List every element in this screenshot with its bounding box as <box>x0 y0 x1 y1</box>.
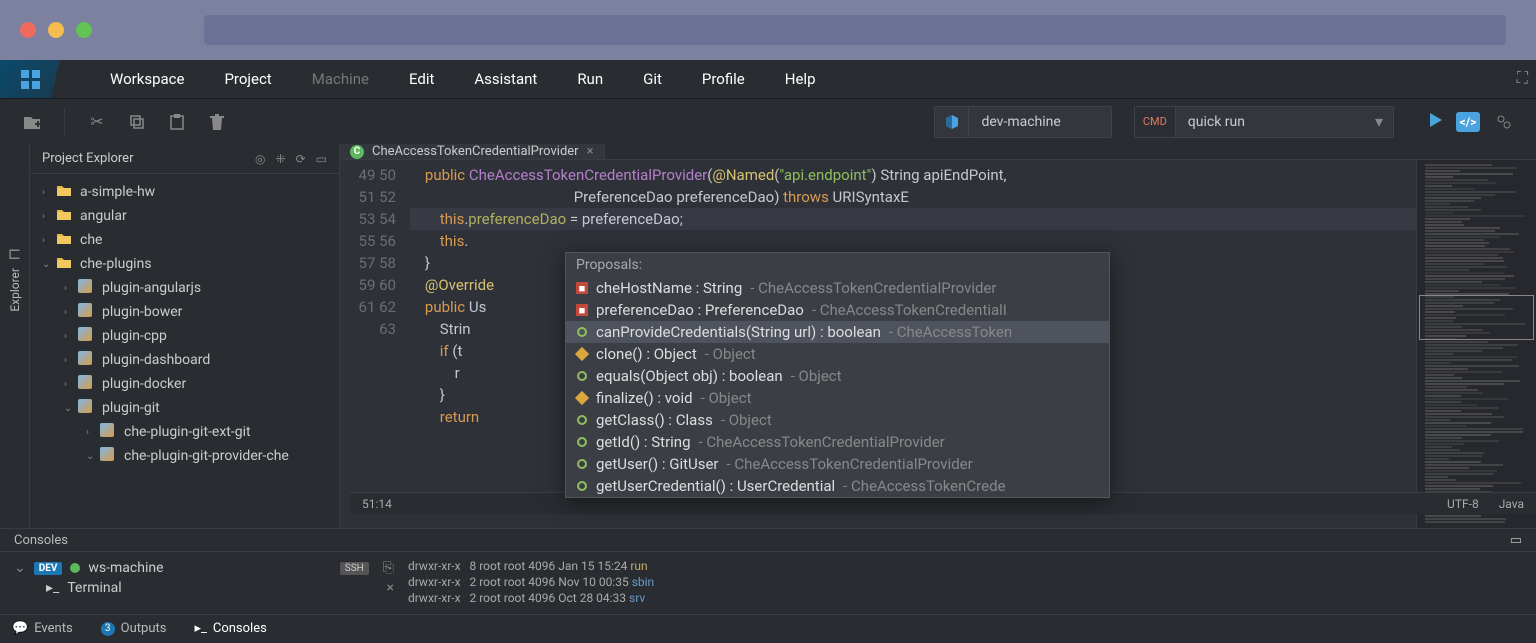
cmd-badge: CMD <box>1135 107 1176 137</box>
terminal-output[interactable]: drwxr-xr-x 8 root root 4096 Jan 15 15:24… <box>408 552 1536 614</box>
settings-icon[interactable] <box>1490 108 1518 136</box>
panel-toggle-icon[interactable]: ▭ <box>1510 533 1522 548</box>
minimize-window-icon[interactable] <box>48 22 64 38</box>
command-selector[interactable]: CMD quick run ▾ <box>1134 106 1394 138</box>
menu-run[interactable]: Run <box>577 70 603 88</box>
machine-name: dev-machine <box>969 114 1110 130</box>
menu-profile[interactable]: Profile <box>702 70 745 88</box>
delete-icon[interactable] <box>203 108 231 136</box>
menubar: Workspace Project Machine Edit Assistant Run G… <box>0 60 1536 98</box>
side-tab-panel: ⊏ Explorer <box>0 144 30 528</box>
console-machine-row[interactable]: ⌄ DEV ws-machine SSH ⎘ <box>0 558 408 578</box>
proposal-item[interactable]: ■preferenceDao : PreferenceDao - CheAcce… <box>566 299 1109 321</box>
terminal-icon: ▸_ <box>194 621 206 636</box>
menu-edit[interactable]: Edit <box>409 70 434 88</box>
encoding[interactable]: UTF-8 <box>1447 497 1479 511</box>
menu-assistant[interactable]: Assistant <box>474 70 537 88</box>
tree-item[interactable]: ›che <box>30 228 339 252</box>
tree-item[interactable]: ⌄che-plugin-git-provider-che <box>30 444 339 468</box>
status-dot-icon <box>70 563 80 573</box>
minimap[interactable] <box>1416 160 1536 528</box>
console-tree: ⌄ DEV ws-machine SSH ⎘ ▸_ Terminal × <box>0 552 408 614</box>
bottom-tabs: 💬Events 3Outputs ▸_Consoles <box>0 614 1536 642</box>
copy-icon[interactable] <box>123 108 151 136</box>
outputs-badge: 3 <box>101 622 115 636</box>
editor-tab[interactable]: C CheAccessTokenCredentialProvider × <box>340 144 605 159</box>
close-window-icon[interactable] <box>20 22 36 38</box>
tab-outputs[interactable]: 3Outputs <box>101 621 167 636</box>
minimap-viewport[interactable] <box>1419 295 1534 340</box>
tab-events[interactable]: 💬Events <box>12 621 73 636</box>
tab-consoles[interactable]: ▸_Consoles <box>194 621 266 636</box>
machine-selector[interactable]: dev-machine <box>934 106 1111 138</box>
cut-icon[interactable]: ✂ <box>83 108 111 136</box>
tree-item[interactable]: ⌄che-plugins <box>30 252 339 276</box>
menu-project[interactable]: Project <box>224 70 271 88</box>
chevron-down-icon: ▾ <box>1365 112 1393 131</box>
tree-item[interactable]: ›plugin-bower <box>30 300 339 324</box>
proposal-item[interactable]: equals(Object obj) : boolean - Object <box>566 365 1109 387</box>
cursor-position: 51:14 <box>362 497 392 511</box>
tree-item[interactable]: ›che-plugin-git-ext-git <box>30 420 339 444</box>
console-terminal-row[interactable]: ▸_ Terminal × <box>0 578 408 598</box>
app-logo-icon[interactable] <box>0 60 60 98</box>
menu-workspace[interactable]: Workspace <box>110 70 184 88</box>
proposal-item[interactable]: finalize() : void - Object <box>566 387 1109 409</box>
terminal-icon: ▸_ <box>46 580 59 596</box>
cube-icon <box>935 107 969 137</box>
tree-item[interactable]: ›plugin-dashboard <box>30 348 339 372</box>
tree-item[interactable]: ›plugin-docker <box>30 372 339 396</box>
refresh-icon[interactable]: ⟳ <box>296 152 306 166</box>
proposal-item[interactable]: getUser() : GitUser - CheAccessTokenCred… <box>566 453 1109 475</box>
explorer-tab[interactable]: Explorer <box>8 268 22 312</box>
close-terminal-icon[interactable]: × <box>387 580 394 596</box>
ssh-icon[interactable]: ⎘ <box>383 560 394 576</box>
tree-item[interactable]: ›a-simple-hw <box>30 180 339 204</box>
tree-item[interactable]: ›plugin-angularjs <box>30 276 339 300</box>
proposal-item[interactable]: canProvideCredentials(String url) : bool… <box>566 321 1109 343</box>
proposal-item[interactable]: getUserCredential() : UserCredential - C… <box>566 475 1109 497</box>
pin-icon[interactable]: ⊏ <box>8 244 21 263</box>
maximize-window-icon[interactable] <box>76 22 92 38</box>
window-titlebar <box>0 0 1536 60</box>
ssh-badge: SSH <box>340 562 369 575</box>
paste-icon[interactable] <box>163 108 191 136</box>
menu-machine[interactable]: Machine <box>312 70 369 88</box>
menu-help[interactable]: Help <box>785 70 816 88</box>
new-file-icon[interactable] <box>18 108 46 136</box>
proposals-title: Proposals: <box>566 253 1109 277</box>
proposal-item[interactable]: clone() : Object - Object <box>566 343 1109 365</box>
tree-item[interactable]: ⌄plugin-git <box>30 396 339 420</box>
code-view-icon[interactable]: </> <box>1456 112 1480 132</box>
chat-icon: 💬 <box>12 621 28 636</box>
run-button[interactable] <box>1426 111 1444 133</box>
locate-icon[interactable]: ◎ <box>255 152 265 166</box>
terminal-label: Terminal <box>67 580 121 596</box>
proposal-item[interactable]: getId() : String - CheAccessTokenCredent… <box>566 431 1109 453</box>
close-tab-icon[interactable]: × <box>587 144 594 159</box>
tab-filename: CheAccessTokenCredentialProvider <box>372 144 579 159</box>
proposal-item[interactable]: getClass() : Class - Object <box>566 409 1109 431</box>
fullscreen-icon[interactable]: ⛶ <box>1517 68 1528 88</box>
minimize-panel-icon[interactable]: ▭ <box>316 152 327 166</box>
class-icon: C <box>350 145 364 159</box>
url-bar[interactable] <box>204 15 1506 45</box>
proposal-item[interactable]: ■cheHostName : String - CheAccessTokenCr… <box>566 277 1109 299</box>
toolbar: ✂ dev-machine CMD quick run ▾ </> <box>0 98 1536 144</box>
bottom-panel: Consoles ▭ ⌄ DEV ws-machine SSH ⎘ ▸_ Ter… <box>0 528 1536 643</box>
collapse-icon[interactable]: ⁜ <box>276 152 286 166</box>
tree-item[interactable]: ›angular <box>30 204 339 228</box>
dev-badge: DEV <box>34 562 63 575</box>
command-name: quick run <box>1176 114 1365 130</box>
panel-title: Project Explorer <box>42 151 245 166</box>
menu-git[interactable]: Git <box>643 70 662 88</box>
project-explorer: Project Explorer ◎ ⁜ ⟳ ▭ ›a-simple-hw›an… <box>30 144 340 528</box>
autocomplete-popup: Proposals: ■cheHostName : String - CheAc… <box>565 252 1110 498</box>
language[interactable]: Java <box>1499 497 1524 511</box>
consoles-title: Consoles <box>14 533 68 548</box>
tree-item[interactable]: ›plugin-cpp <box>30 324 339 348</box>
line-gutter: 49 50 51 52 53 54 55 56 57 58 59 60 61 6… <box>340 160 410 528</box>
console-machine-name: ws-machine <box>88 560 163 576</box>
